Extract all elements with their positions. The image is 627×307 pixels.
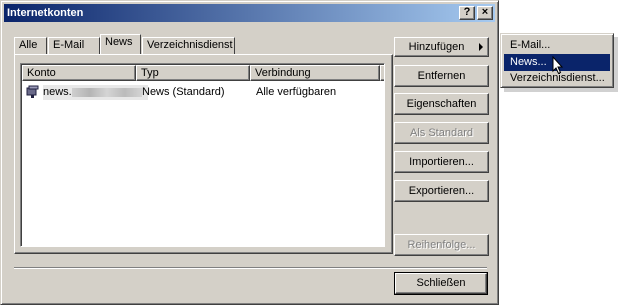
- set-default-button[interactable]: Als Standard: [394, 122, 489, 144]
- close-button[interactable]: Schließen: [394, 272, 488, 295]
- tab-email[interactable]: E-Mail: [48, 37, 100, 54]
- row-account-connection: Alle verfügbaren: [256, 86, 337, 98]
- separator: [14, 267, 487, 269]
- close-window-button[interactable]: ×: [477, 6, 493, 20]
- submenu-arrow-icon: [479, 43, 483, 51]
- remove-button[interactable]: Entfernen: [394, 65, 489, 87]
- title-bar[interactable]: Internetkonten ? ×: [4, 4, 495, 22]
- add-button[interactable]: Hinzufügen: [394, 37, 489, 57]
- order-button[interactable]: Reihenfolge...: [394, 234, 489, 256]
- tab-alle[interactable]: Alle: [14, 37, 47, 54]
- row-account-type: News (Standard): [142, 86, 225, 98]
- accounts-list[interactable]: Konto Typ Verbindung news. News (Standar…: [20, 63, 385, 247]
- dialog-title: Internetkonten: [7, 7, 84, 19]
- column-header-konto[interactable]: Konto: [22, 65, 136, 81]
- column-header-typ[interactable]: Typ: [136, 65, 250, 81]
- export-button[interactable]: Exportieren...: [394, 180, 489, 202]
- import-button[interactable]: Importieren...: [394, 151, 489, 173]
- row-account-name: news.: [43, 85, 148, 100]
- mouse-cursor-icon: [552, 55, 564, 75]
- tab-news[interactable]: News: [100, 34, 141, 54]
- internet-accounts-dialog: Internetkonten ? × Alle E-Mail News Verz…: [0, 0, 499, 305]
- help-button[interactable]: ?: [459, 6, 475, 20]
- properties-button[interactable]: Eigenschaften: [394, 93, 489, 115]
- column-header-filler: [380, 65, 384, 81]
- tab-verzeichnisdienst[interactable]: Verzeichnisdienst: [142, 37, 235, 54]
- news-account-icon: [26, 85, 40, 99]
- blurred-redaction: [71, 87, 142, 97]
- menu-item-email[interactable]: E-Mail...: [504, 37, 610, 54]
- column-header-verbindung[interactable]: Verbindung: [250, 65, 380, 81]
